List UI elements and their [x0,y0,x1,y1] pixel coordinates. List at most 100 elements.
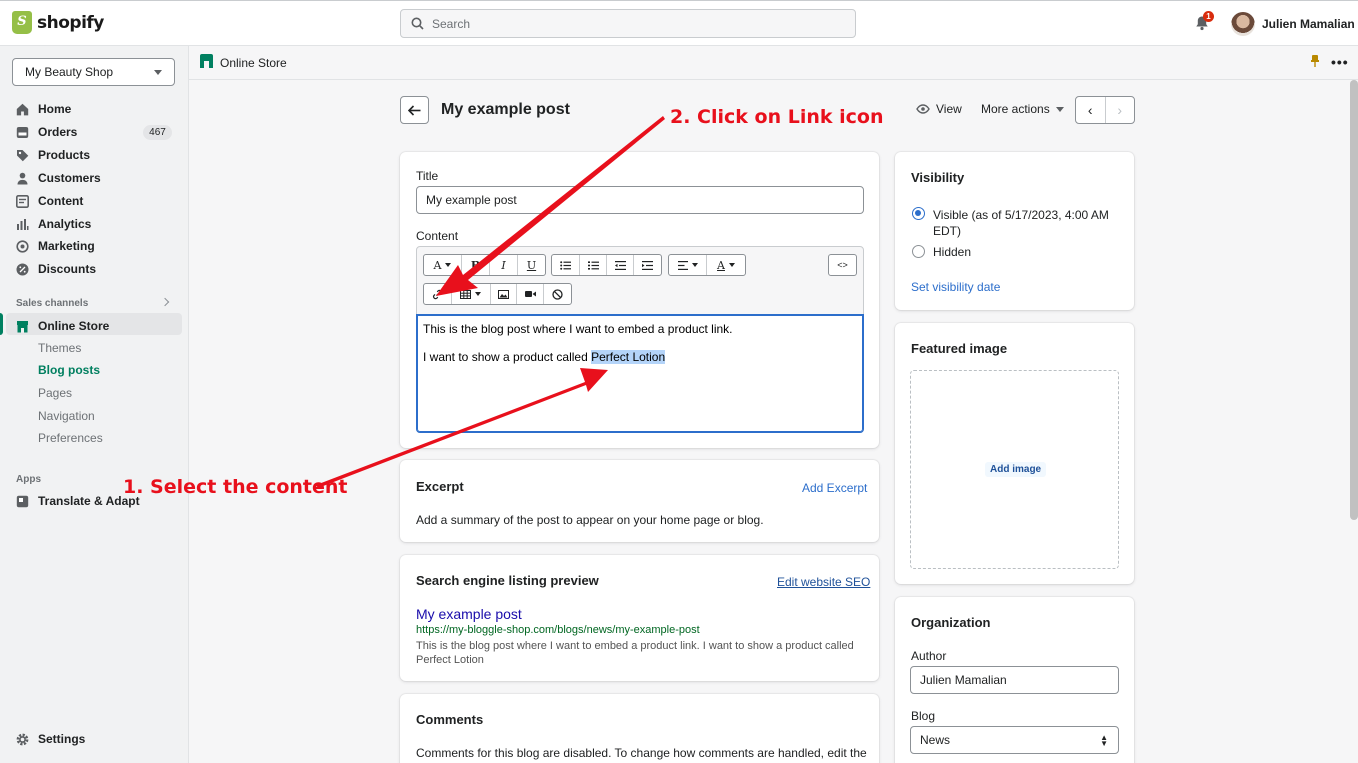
avatar[interactable] [1231,12,1255,36]
add-excerpt-link[interactable]: Add Excerpt [802,481,867,495]
align-left-icon [677,260,688,270]
marketing-icon [16,239,29,253]
sidebar-item-settings[interactable]: Settings [16,729,85,749]
set-visibility-date-link[interactable]: Set visibility date [911,280,1000,294]
underline-button[interactable]: U [518,255,545,275]
page-title: My example post [441,101,570,118]
active-nav-indicator [0,313,3,335]
code-icon: <> [837,260,848,270]
sidebar-subitem-preferences[interactable]: Preferences [38,428,103,448]
insert-image-button[interactable] [491,284,518,304]
blog-select-value: News [920,733,951,747]
author-input[interactable]: Julien Mamalian [910,666,1119,694]
html-source-button[interactable]: <> [829,255,856,275]
annotation-step-2: 2. Click on Link icon [670,106,884,128]
sidebar-item-customers[interactable]: Customers [16,168,101,188]
table-icon [460,289,472,299]
store-selector[interactable]: My Beauty Shop [12,58,175,86]
outdent-button[interactable] [607,255,634,275]
seo-heading: Search engine listing preview [416,573,599,588]
bold-button[interactable]: B [462,255,490,275]
video-icon [524,291,536,297]
indent-icon [642,260,653,270]
insert-group [423,283,572,305]
hidden-radio[interactable] [912,245,925,258]
sidebar-item-translate-adapt[interactable]: Translate & Adapt [16,491,140,511]
person-icon [17,172,28,184]
align-button[interactable] [669,255,707,275]
sidebar-item-label: Analytics [38,217,92,231]
more-options-icon[interactable]: ••• [1331,54,1349,70]
chevron-down-icon [728,263,735,267]
text-color-button[interactable]: A [707,255,745,275]
insert-link-button[interactable] [424,284,452,304]
more-actions-button[interactable]: More actions [981,102,1064,116]
chevron-down-icon [691,263,698,267]
store-name: My Beauty Shop [25,65,114,79]
shopify-logo[interactable]: shopify [12,11,104,34]
insert-table-button[interactable] [452,284,491,304]
page-scrollbar[interactable] [1350,80,1358,520]
seo-preview-description: This is the blog post where I want to em… [416,640,854,666]
online-store-icon [200,54,213,68]
clear-format-button[interactable] [544,284,571,304]
add-image-button[interactable]: Add image [985,462,1047,477]
sidebar-item-home[interactable]: Home [16,99,71,119]
select-arrows-icon: ▲ ▼ [1100,733,1108,748]
sidebar-item-content[interactable]: Content [16,191,83,211]
apps-label: Apps [16,474,41,485]
blog-label: Blog [911,709,936,723]
previous-post-button[interactable]: ‹ [1076,97,1106,123]
sidebar-item-discounts[interactable]: Discounts [16,259,96,279]
title-input[interactable]: My example post [416,186,864,214]
numbered-list-icon [587,260,599,270]
view-label: View [936,102,962,116]
sidebar-subitem-navigation[interactable]: Navigation [38,406,95,426]
discount-icon [16,263,29,275]
insert-video-button[interactable] [517,284,545,304]
edit-seo-link[interactable]: Edit website SEO [777,575,870,589]
user-name[interactable]: Julien Mamalian [1262,17,1355,31]
blog-select[interactable]: News ▲ ▼ [910,726,1119,754]
search-placeholder: Search [432,16,471,31]
sidebar-item-label: Discounts [38,262,97,276]
font-style-button[interactable]: A [424,255,462,275]
indent-button[interactable] [634,255,661,275]
shopify-bag-icon [12,11,32,34]
sidebar-item-orders[interactable]: Orders [16,122,77,142]
content-icon [16,194,29,208]
sidebar-item-label: Content [38,194,84,208]
visible-radio-label: Visible (as of 5/17/2023, 4:00 AM EDT) [933,208,1109,238]
sidebar-item-online-store[interactable]: Online Store [16,316,109,336]
comments-text: Comments for this blog are disabled. To … [416,746,867,760]
bullet-list-button[interactable] [552,255,580,275]
outdent-icon [614,260,626,270]
view-button[interactable]: View [916,102,962,116]
sidebar-subitem-blog-posts[interactable]: Blog posts [38,360,100,380]
italic-button[interactable]: I [490,255,518,275]
sidebar-item-label: Products [38,148,91,162]
sidebar-subitem-themes[interactable]: Themes [38,338,81,358]
pin-icon[interactable] [1311,55,1319,67]
comments-heading: Comments [416,712,484,727]
sidebar-item-marketing[interactable]: Marketing [16,236,95,256]
numbered-list-button[interactable] [580,255,607,275]
next-post-button[interactable]: › [1106,97,1135,123]
editor-paragraph: This is the blog post where I want to em… [423,322,733,336]
sidebar-item-products[interactable]: Products [16,145,90,165]
image-icon [497,289,509,299]
seo-preview-url: https://my-bloggle-shop.com/blogs/news/m… [416,624,700,636]
analytics-icon [17,218,29,230]
search-input[interactable]: Search [400,9,856,38]
sidebar-subitem-pages[interactable]: Pages [38,383,72,403]
clear-format-icon [552,288,563,300]
visible-radio[interactable] [912,207,925,220]
post-pagination: ‹ › [1075,96,1135,124]
back-button[interactable] [400,96,429,124]
font-a-icon: A [433,258,442,272]
sidebar-item-label: Settings [38,732,86,746]
sidebar-item-label: Customers [38,171,101,185]
notification-badge: 1 [1203,11,1214,22]
sidebar-item-analytics[interactable]: Analytics [16,214,91,234]
eye-icon [916,104,930,114]
